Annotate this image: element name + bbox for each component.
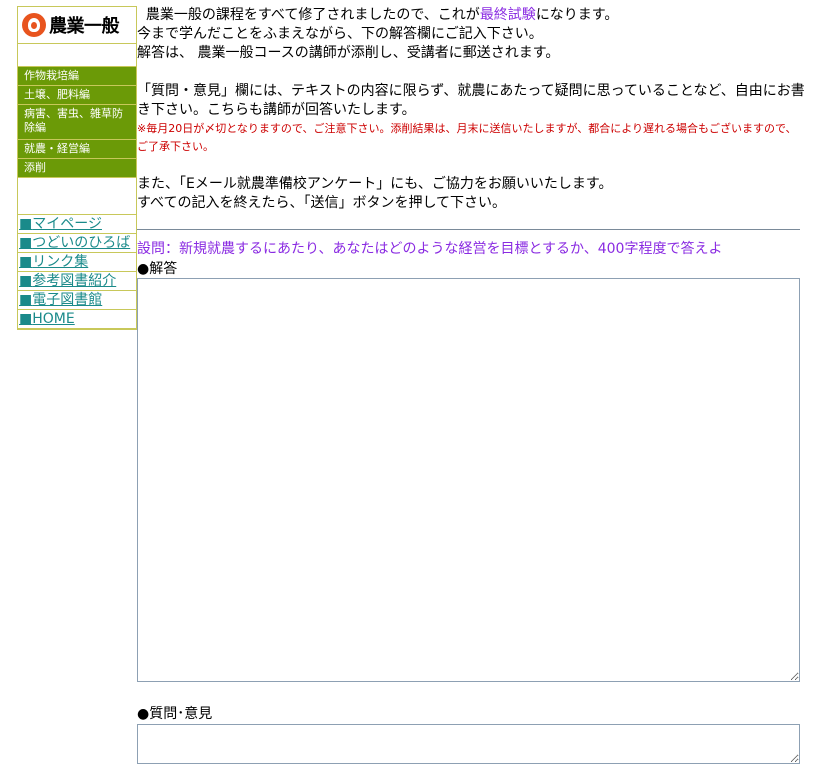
square-bullet-icon: ■ — [19, 235, 33, 251]
square-bullet-icon: ■ — [19, 254, 33, 270]
answer-label: ●解答 — [137, 261, 178, 277]
square-bullet-icon: ■ — [19, 292, 33, 308]
course-title: 農業一般 — [49, 16, 120, 37]
final-exam-link[interactable]: 最終試験 — [480, 7, 536, 23]
survey-line-1: また、「Eメール就農準備校アンケート」にも、ご協力をお願いいたします。 — [137, 176, 613, 192]
square-bullet-icon: ■ — [19, 311, 33, 327]
link-links[interactable]: ■リンク集 — [18, 253, 136, 272]
answer-textarea[interactable] — [137, 278, 800, 682]
sidebar-spacer — [18, 44, 136, 67]
link-reference-books[interactable]: ■参考図書紹介 — [18, 272, 136, 291]
question-opinion-textarea[interactable] — [137, 724, 800, 764]
sidebar: 農業一般 作物栽培編 土壌、肥料編 病害、害虫、雑草防除編 就農・経営編 添削 … — [17, 6, 137, 330]
course-logo: 農業一般 — [18, 7, 136, 44]
intro-line-3: 解答は、 農業一般コースの講師が添削し、受講者に郵送されます。 — [137, 45, 560, 61]
qa-instructions: 「質問・意見」欄には、テキストの内容に限らず、就農にあたって疑問に思っていること… — [137, 83, 805, 118]
menu-item-crops[interactable]: 作物栽培編 — [18, 67, 136, 86]
intro-line-2: 今まで学んだことをふまえながら、下の解答欄にご記入下さい。 — [137, 26, 543, 42]
deadline-notice: ※毎月20日が〆切となりますので、ご注意下さい。添削結果は、月末に送信いたします… — [137, 122, 797, 153]
menu-item-correction[interactable]: 添削 — [18, 159, 136, 178]
question-opinion-label: ●質問･意見 — [137, 706, 213, 722]
section-divider — [137, 229, 800, 230]
link-mypage[interactable]: ■マイページ — [18, 215, 136, 234]
link-forum[interactable]: ■つどいのひろば — [18, 234, 136, 253]
sidebar-spacer — [18, 178, 136, 215]
main-content: 農業一般の課程をすべて修了されましたので、これが最終試験になります。 今まで学ん… — [137, 6, 807, 213]
menu-item-farming-management[interactable]: 就農・経営編 — [18, 140, 136, 159]
survey-line-2: すべての記入を終えたら、「送信」ボタンを押して下さい。 — [137, 195, 507, 211]
menu-item-pest-control[interactable]: 病害、害虫、雑草防除編 — [18, 105, 136, 140]
menu-item-soil[interactable]: 土壌、肥料編 — [18, 86, 136, 105]
leaf-logo-icon — [22, 13, 46, 37]
square-bullet-icon: ■ — [19, 216, 33, 232]
link-home[interactable]: ■HOME — [18, 310, 136, 329]
exam-question: 設問：新規就農するにあたり、あなたはどのような経営を目標とするか、400字程度で… — [137, 241, 723, 257]
link-e-library[interactable]: ■電子図書館 — [18, 291, 136, 310]
intro-line-1: 農業一般の課程をすべて修了されましたので、これが最終試験になります。 — [145, 7, 619, 23]
square-bullet-icon: ■ — [19, 273, 33, 289]
